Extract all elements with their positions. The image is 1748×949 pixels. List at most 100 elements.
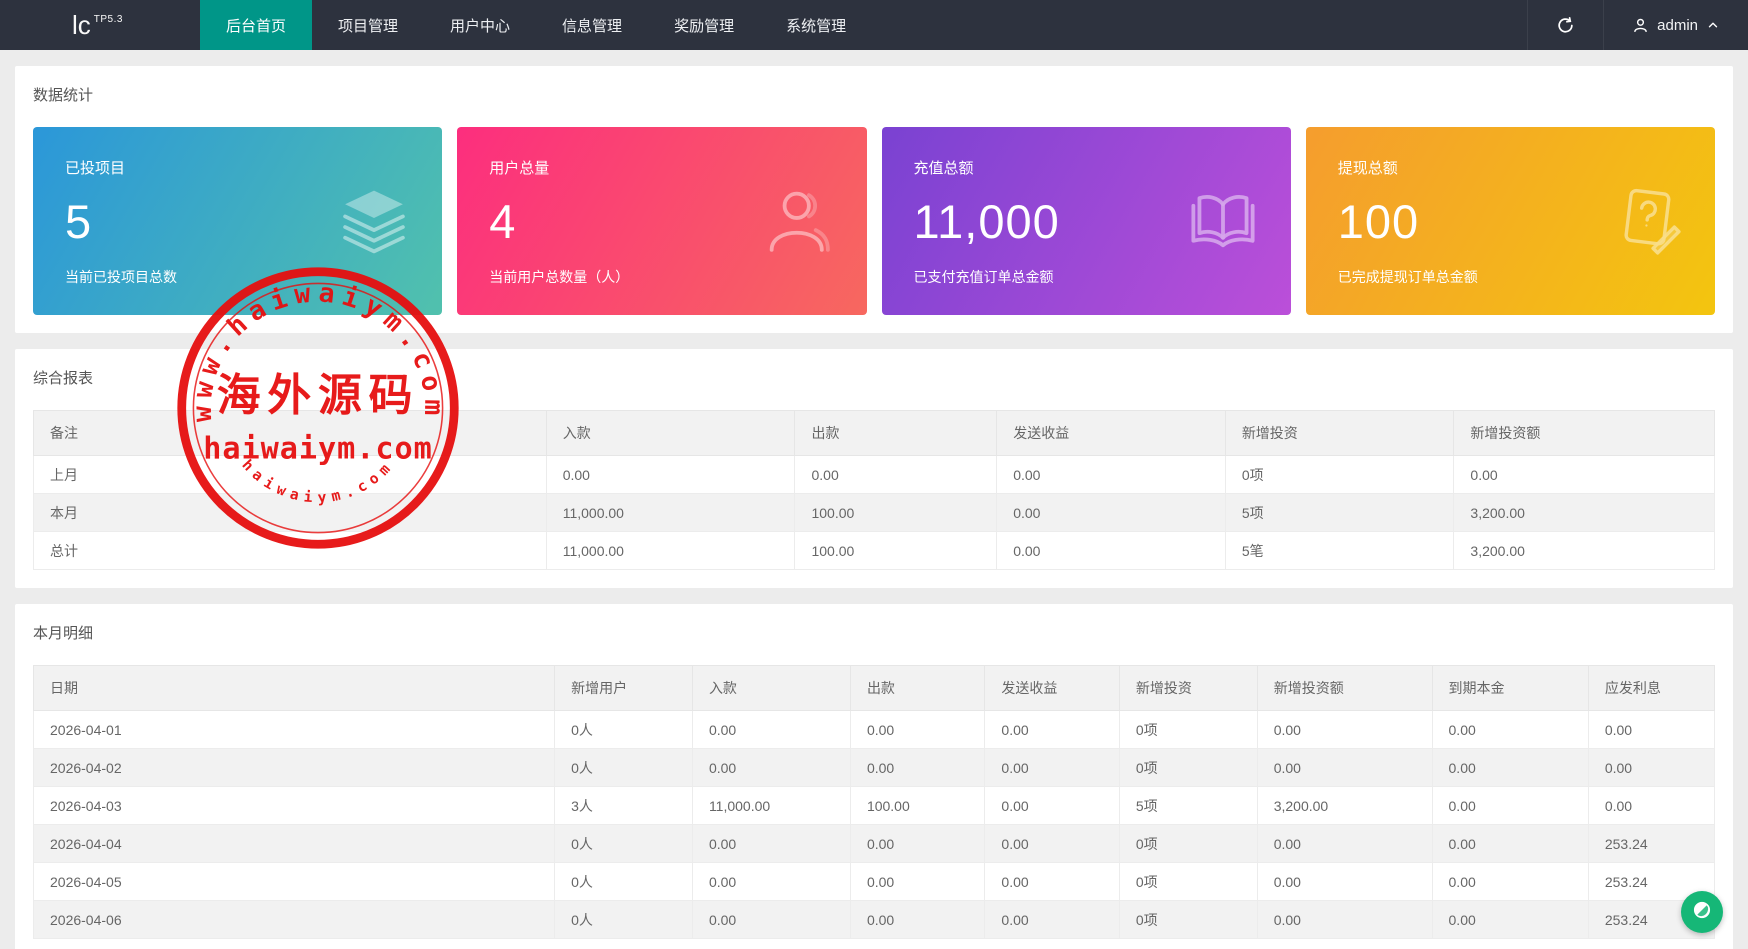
table-cell: 0.00 [850, 901, 984, 939]
book-icon [1185, 183, 1261, 259]
table-row: 2026-04-040人0.000.000.000项0.000.00253.24 [34, 825, 1715, 863]
column-header: 到期本金 [1432, 666, 1588, 711]
stat-card-desc: 当前用户总数量（人） [489, 267, 834, 287]
table-cell: 0.00 [850, 825, 984, 863]
chevron-up-icon [1706, 18, 1720, 32]
layers-icon [336, 183, 412, 259]
table-row: 2026-04-050人0.000.000.000项0.000.00253.24 [34, 863, 1715, 901]
stat-card-0: 已投项目5当前已投项目总数 [33, 127, 442, 315]
nav-right: admin [1527, 0, 1748, 50]
logo-text: lc [72, 10, 91, 41]
table-cell: 3,200.00 [1454, 532, 1715, 570]
table-cell: 0.00 [1257, 901, 1432, 939]
table-cell: 总计 [34, 532, 547, 570]
table-cell: 0.00 [692, 825, 850, 863]
column-header: 出款 [850, 666, 984, 711]
stats-panel: 数据统计 已投项目5当前已投项目总数用户总量4当前用户总数量（人）充值总额11,… [15, 66, 1733, 333]
table-cell: 253.24 [1588, 825, 1714, 863]
table-cell: 0.00 [692, 749, 850, 787]
nav-item-3[interactable]: 信息管理 [536, 0, 648, 50]
table-cell: 0.00 [1432, 825, 1588, 863]
column-header: 发送收益 [985, 666, 1119, 711]
column-header: 日期 [34, 666, 555, 711]
theme-fab-button[interactable] [1681, 891, 1723, 933]
top-navbar: lcTP5.3 后台首页项目管理用户中心信息管理奖励管理系统管理 admin [0, 0, 1748, 50]
table-cell: 2026-04-06 [34, 901, 555, 939]
table-cell: 0项 [1225, 456, 1454, 494]
column-header: 新增投资额 [1454, 411, 1715, 456]
table-cell: 11,000.00 [692, 787, 850, 825]
table-cell: 5笔 [1225, 532, 1454, 570]
table-cell: 0.00 [985, 863, 1119, 901]
table-cell: 0人 [555, 749, 693, 787]
nav-item-4[interactable]: 奖励管理 [648, 0, 760, 50]
table-row: 上月0.000.000.000项0.00 [34, 456, 1715, 494]
table-cell: 0项 [1119, 901, 1257, 939]
table-cell: 0.00 [1257, 749, 1432, 787]
table-cell: 0.00 [985, 901, 1119, 939]
nav-item-1[interactable]: 项目管理 [312, 0, 424, 50]
stat-card-label: 用户总量 [489, 157, 834, 178]
table-cell: 100.00 [850, 787, 984, 825]
table-cell: 0人 [555, 711, 693, 749]
table-cell: 0.00 [1588, 787, 1714, 825]
detail-panel: 本月明细 日期新增用户入款出款发送收益新增投资新增投资额到期本金应发利息 202… [15, 604, 1733, 949]
table-cell: 0人 [555, 863, 693, 901]
logo-version: TP5.3 [94, 14, 123, 25]
detail-table-head: 日期新增用户入款出款发送收益新增投资新增投资额到期本金应发利息 [34, 666, 1715, 711]
table-cell: 3,200.00 [1257, 787, 1432, 825]
stat-card-desc: 当前已投项目总数 [65, 267, 410, 287]
report-table: 备注入款出款发送收益新增投资新增投资额 上月0.000.000.000项0.00… [33, 410, 1715, 570]
header-row: 备注入款出款发送收益新增投资新增投资额 [34, 411, 1715, 456]
table-cell: 2026-04-05 [34, 863, 555, 901]
nav-item-2[interactable]: 用户中心 [424, 0, 536, 50]
column-header: 应发利息 [1588, 666, 1714, 711]
table-cell: 0.00 [1257, 711, 1432, 749]
refresh-icon [1556, 16, 1575, 35]
table-row: 2026-04-033人11,000.00100.000.005项3,200.0… [34, 787, 1715, 825]
report-table-body: 上月0.000.000.000项0.00本月11,000.00100.000.0… [34, 456, 1715, 570]
table-cell: 0.00 [850, 711, 984, 749]
stat-card-label: 提现总额 [1338, 157, 1683, 178]
table-row: 2026-04-060人0.000.000.000项0.000.00253.24 [34, 901, 1715, 939]
table-cell: 0.00 [850, 863, 984, 901]
column-header: 新增投资 [1225, 411, 1454, 456]
admin-username: admin [1657, 17, 1698, 34]
stat-card-3: 提现总额100已完成提现订单总金额 [1306, 127, 1715, 315]
table-cell: 2026-04-03 [34, 787, 555, 825]
nav-item-0[interactable]: 后台首页 [200, 0, 312, 50]
column-header: 入款 [692, 666, 850, 711]
column-header: 新增投资额 [1257, 666, 1432, 711]
table-cell: 100.00 [795, 532, 997, 570]
stat-card-label: 已投项目 [65, 157, 410, 178]
report-panel: 综合报表 备注入款出款发送收益新增投资新增投资额 上月0.000.000.000… [15, 349, 1733, 588]
table-cell: 11,000.00 [546, 532, 795, 570]
table-cell: 0.00 [1432, 711, 1588, 749]
table-cell: 0项 [1119, 749, 1257, 787]
detail-table-body: 2026-04-010人0.000.000.000项0.000.000.0020… [34, 711, 1715, 939]
admin-menu[interactable]: admin [1603, 0, 1748, 50]
table-cell: 11,000.00 [546, 494, 795, 532]
nav-item-5[interactable]: 系统管理 [760, 0, 872, 50]
nav-menu: 后台首页项目管理用户中心信息管理奖励管理系统管理 [200, 0, 872, 50]
theme-icon [1691, 899, 1713, 926]
table-cell: 0.00 [997, 532, 1226, 570]
table-cell: 0人 [555, 825, 693, 863]
table-cell: 0.00 [1432, 749, 1588, 787]
table-cell: 0.00 [1257, 825, 1432, 863]
table-cell: 0.00 [850, 749, 984, 787]
table-cell: 2026-04-04 [34, 825, 555, 863]
table-cell: 0.00 [1432, 901, 1588, 939]
column-header: 入款 [546, 411, 795, 456]
stat-card-desc: 已支付充值订单总金额 [914, 267, 1259, 287]
table-cell: 0.00 [795, 456, 997, 494]
doc-question-icon [1609, 183, 1685, 259]
report-panel-title: 综合报表 [33, 367, 1715, 388]
table-cell: 0.00 [692, 711, 850, 749]
refresh-button[interactable] [1527, 0, 1603, 50]
table-cell: 0.00 [1432, 787, 1588, 825]
table-cell: 5项 [1225, 494, 1454, 532]
header-row: 日期新增用户入款出款发送收益新增投资新增投资额到期本金应发利息 [34, 666, 1715, 711]
column-header: 备注 [34, 411, 547, 456]
table-cell: 本月 [34, 494, 547, 532]
